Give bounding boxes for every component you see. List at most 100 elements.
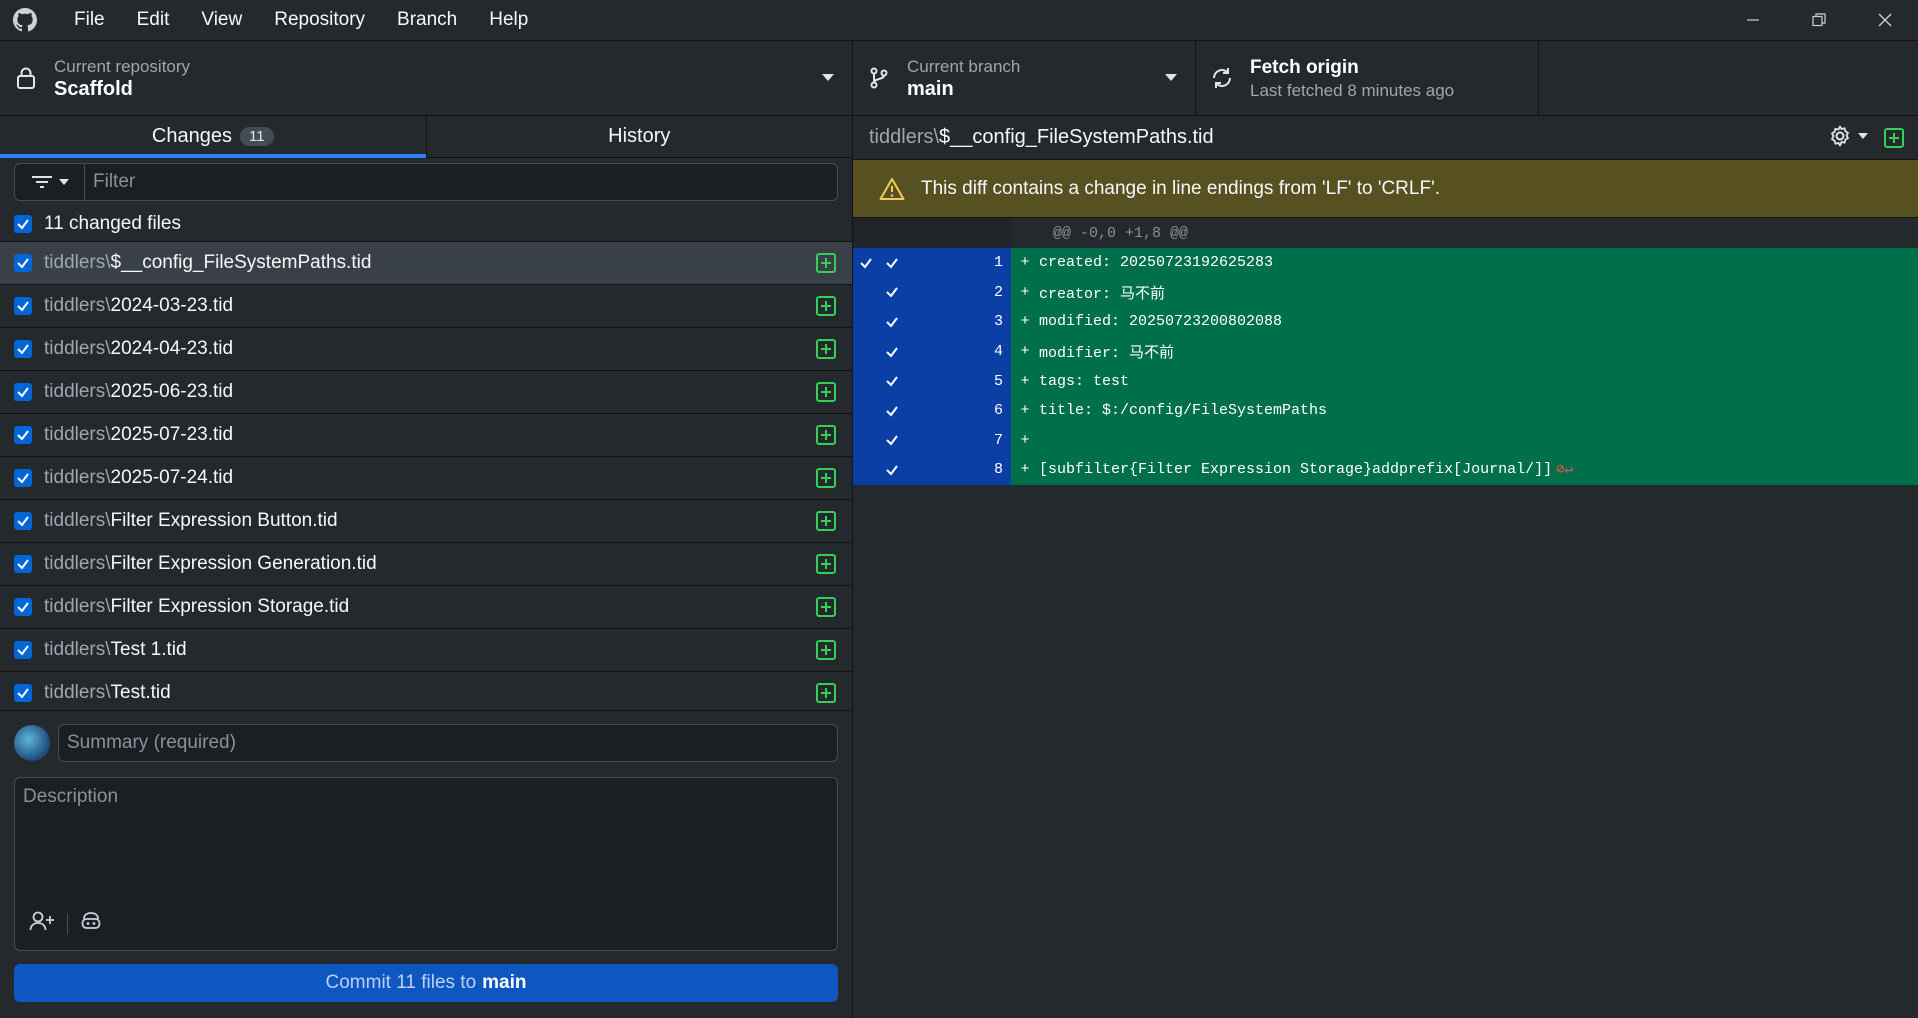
line-select[interactable] [853, 366, 879, 396]
check-icon [886, 376, 898, 387]
copilot-icon[interactable] [80, 910, 102, 938]
diff-line[interactable]: 3 + modified: 20250723200802088 [853, 307, 1918, 337]
line-checkbox[interactable] [879, 337, 905, 367]
file-row[interactable]: tiddlers\2024-03-23.tid [0, 285, 852, 328]
diff-line[interactable]: 2 + creator: 马不前 [853, 277, 1918, 308]
file-checkbox[interactable] [14, 383, 32, 401]
line-select[interactable] [853, 278, 879, 308]
diff-line[interactable]: 7 + [853, 425, 1918, 456]
line-gutter[interactable]: 2 [853, 277, 1011, 308]
file-row[interactable]: tiddlers\Test.tid [0, 672, 852, 704]
file-name: Filter Expression Storage.tid [110, 596, 350, 617]
tab-bar: Changes 11 History [0, 116, 852, 158]
check-icon [17, 473, 29, 484]
select-all-checkbox[interactable] [14, 214, 32, 233]
file-checkbox[interactable] [14, 641, 32, 659]
file-name: Filter Expression Generation.tid [110, 553, 377, 574]
restore-button[interactable] [1786, 0, 1852, 40]
fetch-text: Fetch origin Last fetched 8 minutes ago [1250, 56, 1454, 101]
line-select[interactable] [853, 307, 879, 337]
diff-panel: tiddlers\$__config_FileSystemPaths.tid T… [853, 116, 1918, 1018]
line-gutter[interactable]: 8 [853, 455, 1011, 485]
filter-input[interactable] [85, 164, 837, 200]
file-row[interactable]: tiddlers\Filter Expression Button.tid [0, 500, 852, 543]
diff-line[interactable]: 4 + modifier: 马不前 [853, 336, 1918, 367]
diff-line[interactable]: 6 + title: $:/config/FileSystemPaths [853, 395, 1918, 426]
file-checkbox[interactable] [14, 297, 32, 315]
diff-line[interactable]: 5 + tags: test [853, 366, 1918, 396]
diff-line[interactable]: 1 + created: 20250723192625283 [853, 248, 1918, 278]
file-checkbox[interactable] [14, 426, 32, 444]
line-select[interactable] [853, 337, 879, 367]
check-icon [17, 516, 29, 527]
diff-settings-button[interactable] [1828, 124, 1868, 148]
file-row[interactable]: tiddlers\2025-07-24.tid [0, 457, 852, 500]
file-row[interactable]: tiddlers\2025-06-23.tid [0, 371, 852, 414]
close-button[interactable] [1852, 0, 1918, 40]
menu-view[interactable]: View [185, 0, 258, 40]
filter-options-button[interactable] [15, 164, 85, 200]
file-added-icon [816, 597, 836, 617]
fetch-origin-button[interactable]: Fetch origin Last fetched 8 minutes ago [1196, 41, 1539, 115]
current-repository-button[interactable]: Current repository Scaffold [0, 41, 853, 115]
line-content: title: $:/config/FileSystemPaths [1039, 402, 1328, 420]
file-checkbox[interactable] [14, 340, 32, 358]
line-select[interactable] [853, 455, 879, 485]
line-gutter[interactable]: 4 [853, 336, 1011, 367]
line-checkbox[interactable] [879, 278, 905, 308]
check-icon [17, 688, 29, 699]
minimize-button[interactable] [1720, 0, 1786, 40]
changes-count-badge: 11 [239, 127, 274, 146]
line-select[interactable] [853, 396, 879, 426]
line-checkbox[interactable] [879, 426, 905, 456]
line-gutter[interactable]: 1 [853, 248, 1011, 278]
menu-repository[interactable]: Repository [258, 0, 381, 40]
file-row[interactable]: tiddlers\$__config_FileSystemPaths.tid [0, 242, 852, 285]
file-added-icon [816, 640, 836, 660]
file-checkbox[interactable] [14, 469, 32, 487]
file-added-icon [816, 339, 836, 359]
diff-line[interactable]: 8 + [subfilter{Filter Expression Storage}a… [853, 455, 1918, 485]
summary-input[interactable] [58, 724, 838, 762]
line-gutter[interactable]: 5 [853, 366, 1011, 396]
line-gutter[interactable]: 7 [853, 425, 1011, 456]
diff-header: tiddlers\$__config_FileSystemPaths.tid [853, 116, 1918, 160]
line-checkbox[interactable] [879, 307, 905, 337]
hunk-gutter[interactable] [853, 218, 1011, 248]
expand-diff-button[interactable] [1884, 128, 1904, 148]
file-checkbox[interactable] [14, 512, 32, 530]
file-added-icon [816, 253, 836, 273]
line-checkbox[interactable] [879, 248, 905, 278]
menu-file[interactable]: File [66, 0, 121, 40]
line-gutter[interactable]: 3 [853, 307, 1011, 337]
file-checkbox[interactable] [14, 555, 32, 573]
line-checkbox[interactable] [879, 455, 905, 485]
commit-button[interactable]: Commit 11 files to main [14, 964, 838, 1002]
menu-branch[interactable]: Branch [381, 0, 473, 40]
menu-help[interactable]: Help [473, 0, 544, 40]
added-marker: + [1020, 431, 1030, 449]
file-checkbox[interactable] [14, 684, 32, 702]
line-checkbox[interactable] [879, 396, 905, 426]
file-checkbox[interactable] [14, 598, 32, 616]
file-path: tiddlers\Filter Expression Storage.tid [44, 596, 349, 618]
line-gutter[interactable]: 6 [853, 395, 1011, 426]
description-input[interactable] [15, 778, 837, 898]
new-line-number: 4 [993, 343, 1003, 361]
file-row[interactable]: tiddlers\2025-07-23.tid [0, 414, 852, 457]
current-branch-button[interactable]: Current branch main [853, 41, 1196, 115]
tab-history[interactable]: History [425, 116, 853, 157]
line-select[interactable] [853, 248, 879, 278]
menu-edit[interactable]: Edit [121, 0, 186, 40]
line-checkbox[interactable] [879, 366, 905, 396]
check-icon [17, 258, 29, 269]
file-row[interactable]: tiddlers\Filter Expression Generation.ti… [0, 543, 852, 586]
tool-divider [67, 913, 68, 935]
line-select[interactable] [853, 426, 879, 456]
file-checkbox[interactable] [14, 254, 32, 272]
file-row[interactable]: tiddlers\Filter Expression Storage.tid [0, 586, 852, 629]
file-row[interactable]: tiddlers\Test 1.tid [0, 629, 852, 672]
tab-changes[interactable]: Changes 11 [0, 116, 426, 158]
file-row[interactable]: tiddlers\2024-04-23.tid [0, 328, 852, 371]
add-coauthor-icon[interactable] [29, 910, 55, 938]
